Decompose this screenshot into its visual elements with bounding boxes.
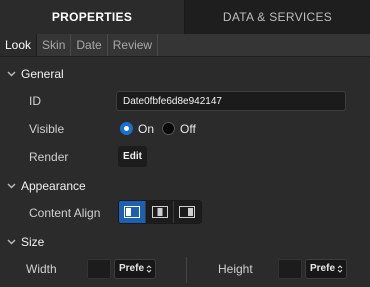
content-align-label: Content Align bbox=[29, 206, 101, 220]
section-size-header[interactable]: Size bbox=[0, 231, 370, 253]
align-center-button[interactable] bbox=[146, 201, 174, 223]
property-subtabs: Look Skin Date Review bbox=[0, 34, 370, 57]
align-left-icon bbox=[124, 206, 141, 218]
height-unit-select[interactable]: Prefe bbox=[305, 259, 347, 279]
render-label: Render bbox=[29, 150, 69, 164]
visible-on-radio[interactable] bbox=[120, 122, 133, 135]
subtab-date[interactable]: Date bbox=[71, 34, 108, 56]
visible-label: Visible bbox=[29, 122, 65, 136]
section-appearance-header[interactable]: Appearance bbox=[0, 175, 370, 197]
section-general-header[interactable]: General bbox=[0, 63, 370, 85]
width-unit-select[interactable]: Prefe bbox=[114, 259, 156, 279]
divider bbox=[186, 257, 187, 283]
subtab-skin[interactable]: Skin bbox=[37, 34, 72, 56]
align-right-icon bbox=[179, 206, 196, 218]
height-unit-value: Prefe bbox=[310, 263, 336, 274]
align-left-button[interactable] bbox=[119, 201, 147, 223]
tab-properties[interactable]: PROPERTIES bbox=[0, 0, 185, 34]
width-value-input[interactable] bbox=[87, 259, 111, 279]
updown-arrows-icon bbox=[337, 265, 343, 273]
visible-off-label: Off bbox=[180, 122, 196, 136]
align-right-button[interactable] bbox=[174, 201, 201, 223]
section-appearance-label: Appearance bbox=[21, 179, 86, 193]
height-label: Height bbox=[218, 262, 253, 276]
width-label: Width bbox=[26, 262, 57, 276]
chevron-down-icon bbox=[7, 70, 16, 78]
content-align-group bbox=[118, 200, 202, 224]
id-input[interactable] bbox=[116, 91, 346, 111]
visible-off-radio[interactable] bbox=[162, 122, 175, 135]
height-value-input[interactable] bbox=[278, 259, 302, 279]
panel-tabs: PROPERTIES DATA & SERVICES bbox=[0, 0, 370, 34]
tab-data-services[interactable]: DATA & SERVICES bbox=[185, 0, 370, 34]
id-label: ID bbox=[29, 94, 41, 108]
updown-arrows-icon bbox=[146, 265, 152, 273]
visible-on-label: On bbox=[138, 122, 155, 136]
subtab-look[interactable]: Look bbox=[0, 34, 38, 56]
subtab-review[interactable]: Review bbox=[108, 34, 159, 56]
width-unit-value: Prefe bbox=[119, 263, 145, 274]
align-center-icon bbox=[151, 206, 168, 218]
render-edit-button[interactable]: Edit bbox=[118, 146, 147, 167]
section-general-label: General bbox=[21, 67, 64, 81]
section-size-label: Size bbox=[21, 235, 45, 249]
chevron-down-icon bbox=[7, 238, 16, 246]
chevron-down-icon bbox=[7, 182, 16, 190]
